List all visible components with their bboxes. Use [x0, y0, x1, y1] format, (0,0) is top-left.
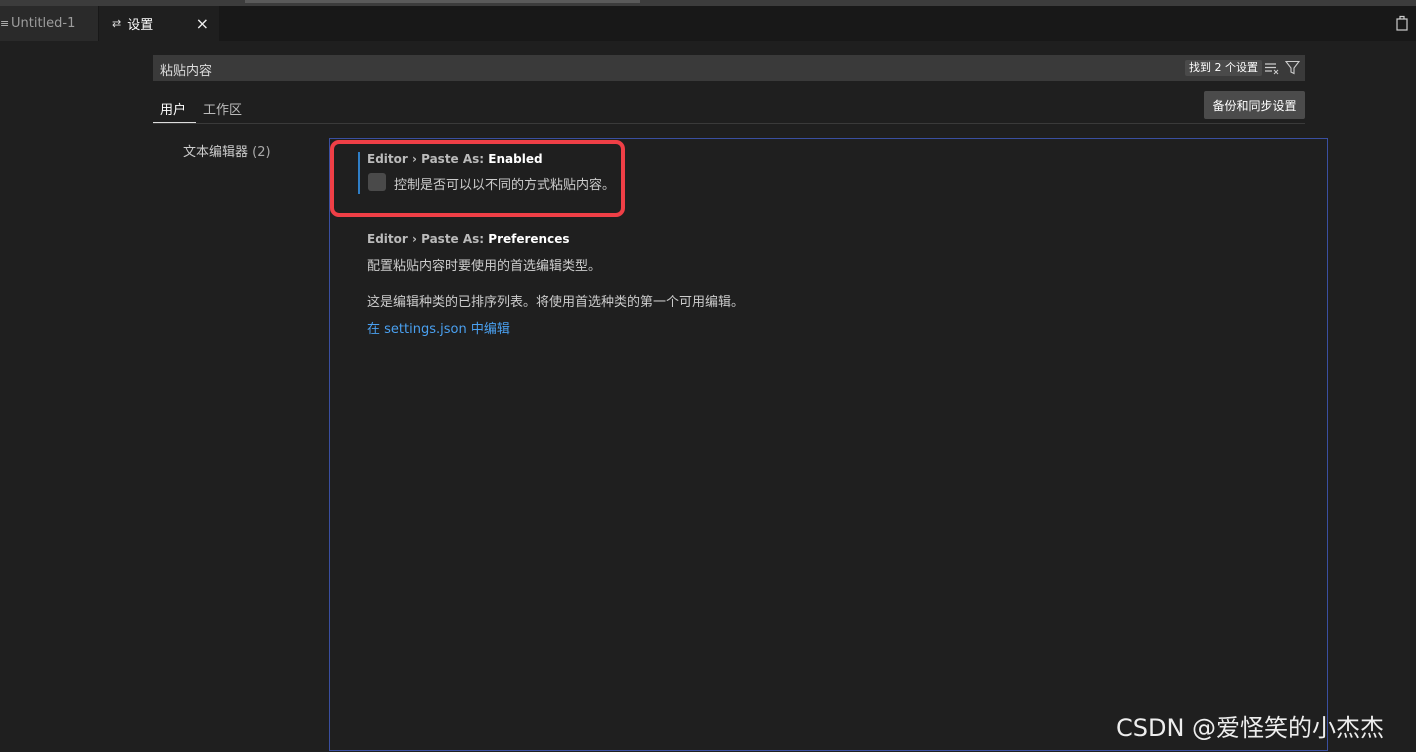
setting-title-preferences: Editor › Paste As: Preferences	[367, 232, 570, 246]
toc-label: 文本编辑器	[183, 145, 249, 160]
settings-list	[329, 138, 1328, 751]
setting-key: Preferences	[488, 232, 570, 246]
tab-untitled-1[interactable]: ≡ Untitled-1	[0, 6, 98, 41]
red-highlight-box	[330, 140, 625, 217]
toc-count: (2)	[252, 145, 271, 160]
search-value: 粘贴内容	[160, 64, 213, 79]
setting-description-detail: 这是编辑种类的已排序列表。将使用首选种类的第一个可用编辑。	[367, 295, 745, 310]
tab-user[interactable]: 用户	[160, 99, 186, 118]
setting-description: 配置粘贴内容时要使用的首选编辑类型。	[367, 259, 602, 274]
filter-icon[interactable]	[1285, 60, 1300, 75]
tab-workspace[interactable]: 工作区	[203, 99, 242, 118]
clear-filter-icon[interactable]	[1264, 61, 1279, 75]
scrollbar-thumb[interactable]	[245, 0, 640, 3]
divider	[153, 123, 1305, 124]
tab-label: Untitled-1	[11, 16, 76, 31]
result-count-badge: 找到 2 个设置	[1185, 60, 1262, 76]
setting-category: Editor › Paste As:	[367, 232, 489, 246]
settings-search-input[interactable]: 粘贴内容 找到 2 个设置	[153, 55, 1305, 81]
settings-icon: ⇄	[112, 17, 122, 30]
tab-label: 设置	[127, 18, 154, 33]
open-json-icon[interactable]	[1394, 15, 1410, 31]
tab-bar: ≡ Untitled-1 ⇄ 设置 ×	[0, 6, 1416, 41]
edit-in-settings-json-link[interactable]: 在 settings.json 中编辑	[367, 318, 510, 337]
backup-sync-button[interactable]: 备份和同步设置	[1204, 91, 1305, 119]
file-icon: ≡	[0, 17, 10, 30]
toc-item-text-editor[interactable]: 文本编辑器 (2)	[183, 141, 271, 160]
tab-settings[interactable]: ⇄ 设置 ×	[99, 6, 219, 41]
close-icon[interactable]: ×	[196, 14, 209, 33]
watermark: CSDN @爱怪笑的小杰杰	[1116, 714, 1385, 742]
